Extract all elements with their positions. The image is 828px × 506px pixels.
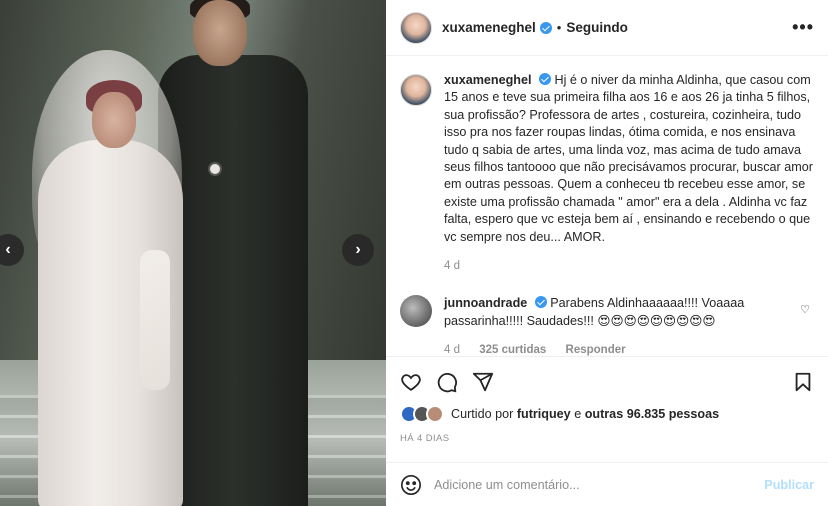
comment-icon[interactable] (436, 371, 458, 393)
action-bar (400, 369, 814, 395)
following-button[interactable]: Seguindo (566, 20, 628, 35)
chevron-left-icon: ‹ (5, 241, 11, 258)
share-icon[interactable] (472, 371, 494, 393)
comment-row: junnoandrade Parabens Aldinhaaaaaa!!!! V… (400, 295, 814, 359)
photo-badge (208, 162, 222, 176)
caption-age[interactable]: 4 d (444, 260, 460, 272)
publish-button[interactable]: Publicar (764, 478, 814, 492)
photo-groom-head (193, 0, 247, 66)
add-comment-bar: Publicar (386, 462, 828, 506)
post-photo[interactable] (0, 0, 386, 506)
bookmark-icon[interactable] (792, 371, 814, 393)
comment-input[interactable] (434, 477, 757, 492)
photo-bouquet (140, 250, 170, 390)
likes-others[interactable]: outras 96.835 pessoas (585, 407, 719, 421)
caption-row: xuxameneghel Hj é o niver da minha Aldin… (400, 72, 814, 275)
liked-by-user[interactable]: futriquey (517, 407, 571, 421)
like-comment-heart-icon[interactable]: ♡ (800, 303, 810, 316)
next-post-button[interactable]: › (342, 234, 374, 266)
photo-bride-head (92, 92, 136, 148)
author-username[interactable]: xuxameneghel (442, 20, 536, 35)
more-options-icon[interactable]: ••• (792, 17, 814, 38)
likes-middle: e (574, 407, 582, 421)
comments-section: xuxameneghel Hj é o niver da minha Aldin… (386, 56, 828, 356)
post-header: xuxameneghel • Seguindo ••• (386, 0, 828, 56)
emoji-icon[interactable] (400, 474, 422, 496)
author-avatar[interactable] (400, 11, 432, 44)
liker-avatar (426, 405, 444, 423)
likes-summary: Curtido por futriquey e outras 96.835 pe… (400, 405, 814, 423)
liker-avatars[interactable] (400, 405, 444, 423)
verified-badge-icon (539, 21, 552, 34)
comment-body: junnoandrade Parabens Aldinhaaaaaa!!!! V… (444, 295, 794, 359)
verified-badge-icon (534, 296, 547, 309)
separator-dot: • (556, 20, 562, 35)
heart-icon[interactable] (400, 371, 422, 393)
post-actions-area: Curtido por futriquey e outras 96.835 pe… (386, 356, 828, 444)
post-side-panel: xuxameneghel • Seguindo ••• xuxameneghel… (386, 0, 828, 506)
comment-age[interactable]: 4 d (444, 344, 460, 356)
caption-text: Hj é o niver da minha Aldinha, que casou… (444, 73, 813, 244)
verified-badge-icon (539, 73, 551, 85)
caption-author-avatar[interactable] (400, 74, 432, 106)
caption-body: xuxameneghel Hj é o niver da minha Aldin… (444, 72, 814, 275)
caption-author-username[interactable]: xuxameneghel (444, 73, 532, 87)
commenter-avatar[interactable] (400, 295, 432, 328)
likes-prefix: Curtido por (451, 407, 514, 421)
reply-button[interactable]: Responder (566, 344, 626, 356)
chevron-right-icon: › (355, 241, 361, 258)
caption-meta: 4 d (444, 258, 814, 275)
comment-likes[interactable]: 325 curtidas (479, 344, 546, 356)
post-timestamp[interactable]: HÁ 4 DIAS (400, 433, 814, 444)
commenter-username[interactable]: junnoandrade (444, 296, 527, 310)
